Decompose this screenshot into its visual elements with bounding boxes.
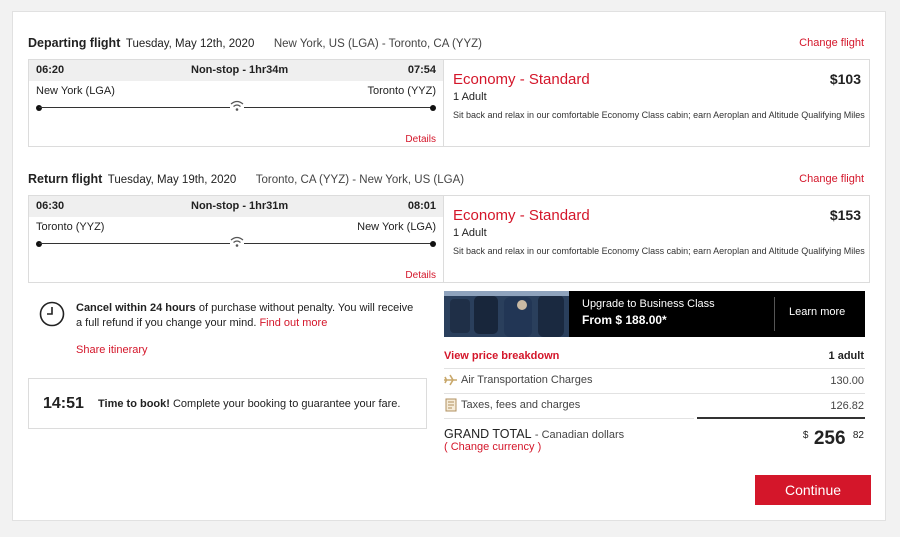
breakdown-row-label: Air Transportation Charges [461,374,593,386]
departing-duration: Non-stop - 1hr34m [191,64,289,76]
wifi-icon [230,100,244,112]
return-to-city: New York (LGA) [357,221,436,233]
departing-pax: 1 Adult [453,91,487,103]
departing-fare[interactable]: Economy - Standard $103 1 Adult Sit back… [444,59,870,147]
return-date: Tuesday, May 19th, 2020 [107,174,237,186]
departing-change-flight-link[interactable]: Change flight [799,37,864,49]
breakdown-divider [444,368,865,369]
return-segment: 06:30 Non-stop - 1hr31m 08:01 Toronto (Y… [28,195,444,283]
return-destination-dot [430,241,436,247]
grand-total-currency: - Canadian dollars [534,429,625,441]
return-fare-name: Economy - Standard [453,207,590,224]
upgrade-title: Upgrade to Business Class [582,298,715,310]
receipt-icon [445,398,457,412]
timer-message: Time to book! Complete your booking to g… [98,398,400,410]
upgrade-divider [774,297,775,331]
upgrade-banner[interactable]: Upgrade to Business Class From $ 188.00*… [444,291,865,337]
grand-total-label: GRAND TOTAL - Canadian dollars [444,427,624,441]
departing-fare-name: Economy - Standard [453,71,590,88]
departing-fare-price: $103 [829,71,861,87]
departing-fare-desc: Sit back and relax in our comfortable Ec… [453,110,865,120]
total-cents: 82 [852,430,864,441]
total-dollar-sign: $ [802,430,809,441]
cancel-notice: Cancel within 24 hours of purchase witho… [76,301,421,331]
return-route: Toronto, CA (YYZ) - New York, US (LGA) [255,174,465,186]
learn-more-button[interactable]: Learn more [789,306,845,318]
departing-segment-bar: 06:20 Non-stop - 1hr34m 07:54 [29,60,443,81]
breakdown-row-label: Taxes, fees and charges [461,399,581,411]
breakdown-row-value: 126.82 [830,400,864,412]
breakdown-divider [444,393,865,394]
timer-countdown: 14:51 [43,395,84,412]
plane-icon [444,374,458,386]
total-rule [697,417,865,419]
paren-close: ) [537,441,542,453]
departing-from-city: New York (LGA) [36,85,115,97]
return-duration: Non-stop - 1hr31m [191,200,289,212]
paren-open: ( [444,441,448,453]
departing-header: Departing flight Tuesday, May 12th, 2020… [28,36,482,50]
return-from-city: Toronto (YYZ) [36,221,105,233]
timer-message-bold: Time to book! [98,398,170,410]
return-fare[interactable]: Economy - Standard $153 1 Adult Sit back… [444,195,870,283]
return-details-link[interactable]: Details [405,270,436,281]
change-currency-link[interactable]: Change currency [451,441,535,453]
find-out-more-link[interactable]: Find out more [259,317,327,329]
return-label: Return flight [28,172,103,186]
booking-timer: 14:51 Time to book! Complete your bookin… [28,378,427,429]
departing-route: New York, US (LGA) - Toronto, CA (YYZ) [273,38,482,50]
departing-dep-time: 06:20 [36,64,65,76]
change-currency-wrap: ( Change currency ) [444,441,541,453]
cancel-notice-bold: Cancel within 24 hours [76,302,196,314]
booking-summary-card: Departing flight Tuesday, May 12th, 2020… [12,11,886,521]
upgrade-price: From $ 188.00* [582,313,667,327]
departing-arr-time: 07:54 [407,64,436,76]
timer-message-text: Complete your booking to guarantee your … [169,398,401,410]
departing-segment: 06:20 Non-stop - 1hr34m 07:54 New York (… [28,59,444,147]
grand-total-amount: $ 256 82 [803,428,864,450]
departing-details-link[interactable]: Details [405,134,436,145]
adults-count: 1 adult [828,350,864,362]
clock-icon [39,301,65,327]
return-origin-dot [36,241,42,247]
return-dep-time: 06:30 [36,200,65,212]
departing-origin-dot [36,105,42,111]
return-fare-desc: Sit back and relax in our comfortable Ec… [453,246,865,256]
continue-button[interactable]: Continue [755,475,871,505]
view-price-breakdown-link[interactable]: View price breakdown [444,350,559,362]
return-arr-time: 08:01 [407,200,436,212]
grand-total-title: GRAND TOTAL [444,427,532,441]
departing-label: Departing flight [28,36,121,50]
departing-to-city: Toronto (YYZ) [367,85,436,97]
business-cabin-image [444,291,569,337]
return-segment-bar: 06:30 Non-stop - 1hr31m 08:01 [29,196,443,217]
departing-destination-dot [430,105,436,111]
return-fare-price: $153 [829,207,861,223]
wifi-icon [230,236,244,248]
breakdown-row-value: 130.00 [830,375,864,387]
departing-date: Tuesday, May 12th, 2020 [125,38,255,50]
share-itinerary-link[interactable]: Share itinerary [76,344,148,356]
total-main: 256 [813,428,846,449]
return-header: Return flight Tuesday, May 19th, 2020 To… [28,172,464,186]
return-change-flight-link[interactable]: Change flight [799,173,864,185]
return-pax: 1 Adult [453,227,487,239]
breakdown-divider [444,418,694,419]
